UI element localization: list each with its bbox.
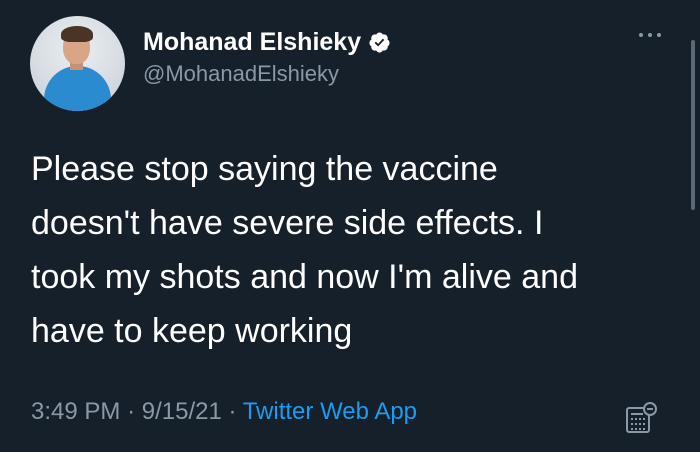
tweet-meta: 3:49 PM · 9/15/21 · Twitter Web App xyxy=(31,398,417,426)
meta-separator: · xyxy=(228,398,237,425)
tweet-text: Please stop saying the vaccine doesn't h… xyxy=(31,150,578,350)
tweet-time[interactable]: 3:49 PM xyxy=(31,398,120,425)
tweet-date[interactable]: 9/15/21 xyxy=(142,398,222,425)
tweet-card: Mohanad Elshieky @MohanadElshieky Please… xyxy=(0,0,700,452)
tweet-analytics-icon[interactable] xyxy=(623,400,659,436)
avatar-shirt xyxy=(44,66,111,111)
avatar[interactable] xyxy=(30,16,125,111)
source-app-link[interactable]: Twitter Web App xyxy=(243,398,417,425)
more-options-icon[interactable] xyxy=(637,30,663,40)
meta-separator: · xyxy=(127,398,136,425)
display-name[interactable]: Mohanad Elshieky xyxy=(143,28,361,57)
name-row: Mohanad Elshieky xyxy=(143,25,391,59)
verified-badge-icon xyxy=(368,31,391,54)
avatar-hair xyxy=(61,26,93,42)
scrollbar[interactable] xyxy=(691,40,695,210)
user-handle[interactable]: @MohanadElshieky xyxy=(143,61,391,87)
user-info: Mohanad Elshieky @MohanadElshieky xyxy=(143,25,391,87)
